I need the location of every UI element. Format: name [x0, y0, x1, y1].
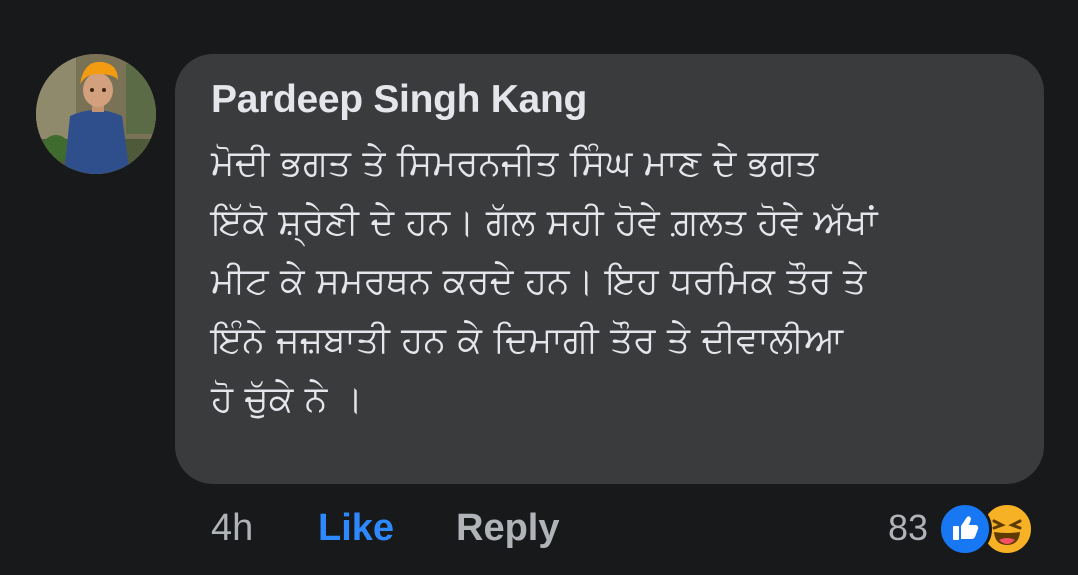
reaction-count: 83: [888, 507, 929, 548]
avatar[interactable]: [36, 54, 156, 174]
like-button[interactable]: Like: [318, 500, 394, 556]
like-icon: [938, 502, 993, 556]
comment-actions: 4h Like Reply 83: [0, 500, 1078, 556]
comment-timestamp[interactable]: 4h: [211, 500, 253, 556]
comment-bubble: Pardeep Singh Kang ਮੋਦੀ ਭਗਤ ਤੇ ਸਿਮਰਨਜੀਤ …: [175, 54, 1044, 484]
comment-text: ਮੋਦੀ ਭਗਤ ਤੇ ਸਿਮਰਨਜੀਤ ਸਿੰਘ ਮਾਣ ਦੇ ਭਗਤ ਇੱਕ…: [211, 143, 878, 420]
comment-thread: Pardeep Singh Kang ਮੋਦੀ ਭਗਤ ਤੇ ਸਿਮਰਨਜੀਤ …: [0, 0, 1078, 575]
avatar-image: [36, 54, 156, 174]
author-name[interactable]: Pardeep Singh Kang: [211, 78, 1010, 122]
reaction-icons: [938, 502, 1038, 556]
reactions-summary[interactable]: 83: [888, 500, 1038, 556]
reply-button[interactable]: Reply: [456, 500, 559, 556]
